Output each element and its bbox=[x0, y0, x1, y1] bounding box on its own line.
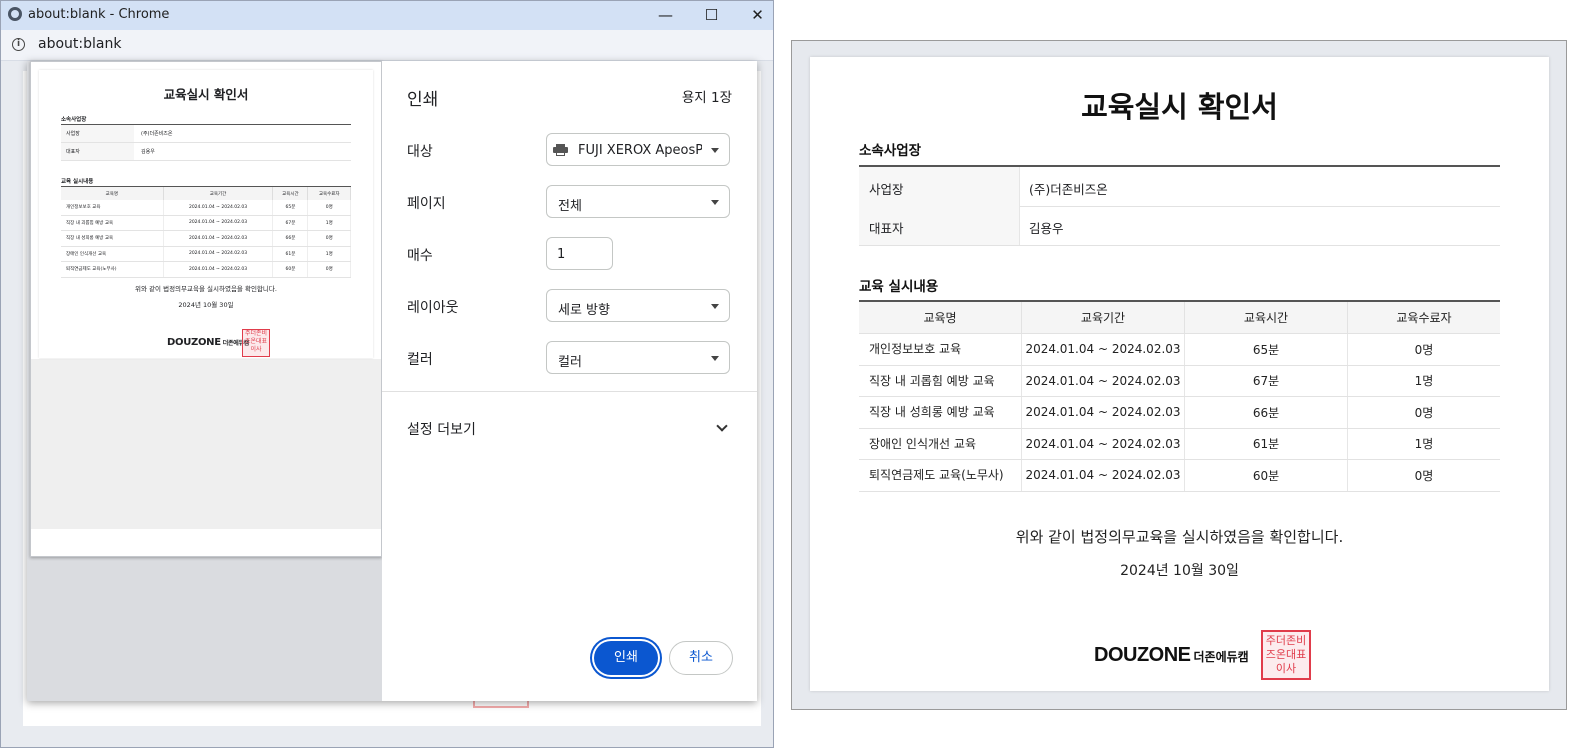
address-url[interactable]: about:blank bbox=[38, 36, 121, 52]
preview-table-row: 장애인 인식개선 교육 2024.01.04 ~ 2024.02.03 61분 1명 bbox=[61, 246, 351, 262]
certificate-page: 교육실시 확인서 소속사업장 사업장 (주)더존비즈온 대표자 김용우 교육 실… bbox=[810, 57, 1549, 691]
workplace-value: (주)더존비즈온 bbox=[1029, 182, 1108, 197]
printer-icon bbox=[553, 144, 568, 156]
print-settings-panel: 인쇄 용지 1장 대상 FUJI XEROX ApeosPort-\ 페이지 전… bbox=[382, 61, 757, 701]
preview-table-row: 직장 내 괴롭힘 예방 교육 2024.01.04 ~ 2024.02.03 67분… bbox=[61, 215, 351, 231]
preview-title: 교육실시 확인서 bbox=[163, 87, 249, 102]
col-header: 교육명 bbox=[859, 302, 1022, 334]
chevron-down-icon[interactable] bbox=[716, 420, 728, 432]
confirmation-text: 위와 같이 법정의무교육을 실시하였음을 확인합니다. bbox=[1015, 528, 1344, 546]
preview-workplace-value: (주)더존비즈온 bbox=[141, 131, 173, 137]
print-button[interactable]: 인쇄 bbox=[594, 641, 658, 675]
rep-key: 대표자 bbox=[869, 221, 904, 236]
chrome-window: about:blank - Chrome — ☐ ✕ i about:blank… bbox=[0, 0, 774, 748]
print-preview-pane: 교육실시 확인서 소속사업장 사업장 (주)더존비즈온 대표자 김용우 교육 실… bbox=[27, 61, 382, 701]
info-row-rep: 대표자 김용우 bbox=[859, 206, 1500, 246]
pages-value: 전체 bbox=[558, 199, 582, 214]
more-settings-toggle[interactable]: 설정 더보기 bbox=[407, 419, 476, 439]
preview-col-header: 교육시간 bbox=[272, 187, 309, 200]
destination-value: FUJI XEROX ApeosPort-\ bbox=[578, 143, 702, 158]
pages-row: 페이지 전체 bbox=[407, 185, 734, 221]
rep-value: 김용우 bbox=[1029, 221, 1064, 236]
print-dialog: 교육실시 확인서 소속사업장 사업장 (주)더존비즈온 대표자 김용우 교육 실… bbox=[27, 61, 757, 701]
maximize-button[interactable]: ☐ bbox=[689, 1, 734, 30]
layout-row: 레이아웃 세로 방향 bbox=[407, 289, 734, 325]
table-row: 퇴직연금제도 교육(노무사) 2024.01.04 ~ 2024.02.03 60분… bbox=[859, 459, 1500, 492]
document-title: 교육실시 확인서 bbox=[1081, 90, 1278, 124]
preview-row-workplace: 사업장 (주)더존비즈온 bbox=[61, 125, 351, 143]
layout-value: 세로 방향 bbox=[558, 303, 610, 318]
destination-label: 대상 bbox=[407, 144, 433, 160]
col-header: 교육시간 bbox=[1184, 302, 1348, 334]
chrome-globe-icon bbox=[8, 7, 22, 21]
preview-col-header: 교육수료자 bbox=[307, 187, 351, 200]
preview-rep-value: 김용우 bbox=[141, 149, 155, 155]
preview-col-header: 교육명 bbox=[61, 187, 164, 200]
color-label: 컬러 bbox=[407, 352, 433, 368]
preview-gap bbox=[31, 359, 381, 529]
layout-select[interactable]: 세로 방향 bbox=[546, 289, 730, 322]
workplace-key: 사업장 bbox=[869, 182, 904, 197]
destination-select[interactable]: FUJI XEROX ApeosPort-\ bbox=[546, 133, 730, 166]
window-title: about:blank - Chrome bbox=[28, 7, 170, 22]
preview-confirmation: 위와 같이 법정의무교육을 실시하였음을 확인합니다. bbox=[135, 285, 277, 293]
preview-table: 교육명 교육기간 교육시간 교육수료자 개인정보보호 교육 2024.01.04 … bbox=[61, 187, 351, 278]
table-row: 직장 내 성희롱 예방 교육 2024.01.04 ~ 2024.02.03 66분… bbox=[859, 396, 1500, 429]
print-title: 인쇄 bbox=[407, 90, 439, 110]
company-seal-icon: 주더존비즈온대표이사 bbox=[1261, 630, 1311, 680]
destination-row: 대상 FUJI XEROX ApeosPort-\ bbox=[407, 133, 734, 169]
preview-seal-icon: 주더존비즈온대표이사 bbox=[242, 329, 270, 357]
preview-table-row: 개인정보보호 교육 2024.01.04 ~ 2024.02.03 65분 0명 bbox=[61, 200, 351, 216]
preview-workplace-key: 사업장 bbox=[66, 131, 80, 137]
logo-main: DOUZONE bbox=[1094, 644, 1191, 666]
sheet-count: 용지 1장 bbox=[681, 90, 732, 106]
preview-logo: DOUZONE 더존에듀캠 bbox=[167, 337, 249, 348]
col-header: 교육기간 bbox=[1021, 302, 1185, 334]
preview-logo-main: DOUZONE bbox=[167, 337, 221, 348]
title-bar: about:blank - Chrome — ☐ ✕ bbox=[1, 1, 773, 30]
close-button[interactable]: ✕ bbox=[735, 1, 773, 30]
pages-select[interactable]: 전체 bbox=[546, 185, 730, 218]
table-row: 개인정보보호 교육 2024.01.04 ~ 2024.02.03 65분 0명 bbox=[859, 333, 1500, 366]
training-table: 교육명 교육기간 교육시간 교육수료자 개인정보보호 교육 2024.01.04 … bbox=[859, 302, 1500, 492]
layout-label: 레이아웃 bbox=[407, 300, 459, 316]
site-info-icon[interactable]: i bbox=[12, 38, 25, 51]
settings-divider bbox=[382, 391, 757, 392]
table-row: 장애인 인식개선 교육 2024.01.04 ~ 2024.02.03 61분 1명 bbox=[859, 428, 1500, 460]
dropdown-arrow-icon bbox=[711, 200, 719, 205]
address-bar: i about:blank bbox=[1, 30, 773, 61]
dropdown-arrow-icon bbox=[711, 304, 719, 309]
color-select[interactable]: 컬러 bbox=[546, 341, 730, 374]
preview-date: 2024년 10월 30일 bbox=[178, 301, 234, 309]
dropdown-arrow-icon bbox=[711, 148, 719, 153]
douzone-logo: DOUZONE 더존에듀캠 bbox=[1094, 644, 1249, 667]
preview-section-training: 교육 실시내용 bbox=[61, 179, 94, 185]
preview-col-header: 교육기간 bbox=[163, 187, 274, 200]
preview-row-rep: 대표자 김용우 bbox=[61, 143, 351, 161]
copies-value: 1 bbox=[557, 247, 566, 262]
preview-section-workplace: 소속사업장 bbox=[61, 117, 87, 123]
cancel-button[interactable]: 취소 bbox=[669, 641, 733, 675]
table-row: 직장 내 괴롭힘 예방 교육 2024.01.04 ~ 2024.02.03 67분… bbox=[859, 365, 1500, 397]
info-row-workplace: 사업장 (주)더존비즈온 bbox=[859, 167, 1500, 207]
preview-rep-key: 대표자 bbox=[66, 149, 80, 155]
dropdown-arrow-icon bbox=[711, 356, 719, 361]
minimize-button[interactable]: — bbox=[643, 1, 688, 30]
preview-table-row: 직장 내 성희롱 예방 교육 2024.01.04 ~ 2024.02.03 66분… bbox=[61, 230, 351, 247]
pages-label: 페이지 bbox=[407, 196, 446, 212]
section-workplace: 소속사업장 bbox=[859, 143, 922, 159]
color-row: 컬러 컬러 bbox=[407, 341, 734, 377]
preview-table-row: 퇴직연금제도 교육(노무사) 2024.01.04 ~ 2024.02.03 60분… bbox=[61, 261, 351, 278]
preview-sheet: 교육실시 확인서 소속사업장 사업장 (주)더존비즈온 대표자 김용우 교육 실… bbox=[30, 61, 382, 557]
copies-row: 매수 1 bbox=[407, 237, 734, 273]
logo-sub: 더존에듀캠 bbox=[1193, 650, 1249, 664]
document-viewer: 교육실시 확인서 소속사업장 사업장 (주)더존비즈온 대표자 김용우 교육 실… bbox=[791, 40, 1567, 710]
section-training: 교육 실시내용 bbox=[859, 279, 939, 295]
issue-date: 2024년 10월 30일 bbox=[1120, 563, 1239, 579]
copies-input[interactable]: 1 bbox=[546, 237, 613, 270]
color-value: 컬러 bbox=[558, 355, 582, 370]
col-header: 교육수료자 bbox=[1347, 302, 1500, 334]
copies-label: 매수 bbox=[407, 248, 433, 264]
preview-document: 교육실시 확인서 소속사업장 사업장 (주)더존비즈온 대표자 김용우 교육 실… bbox=[39, 70, 373, 358]
